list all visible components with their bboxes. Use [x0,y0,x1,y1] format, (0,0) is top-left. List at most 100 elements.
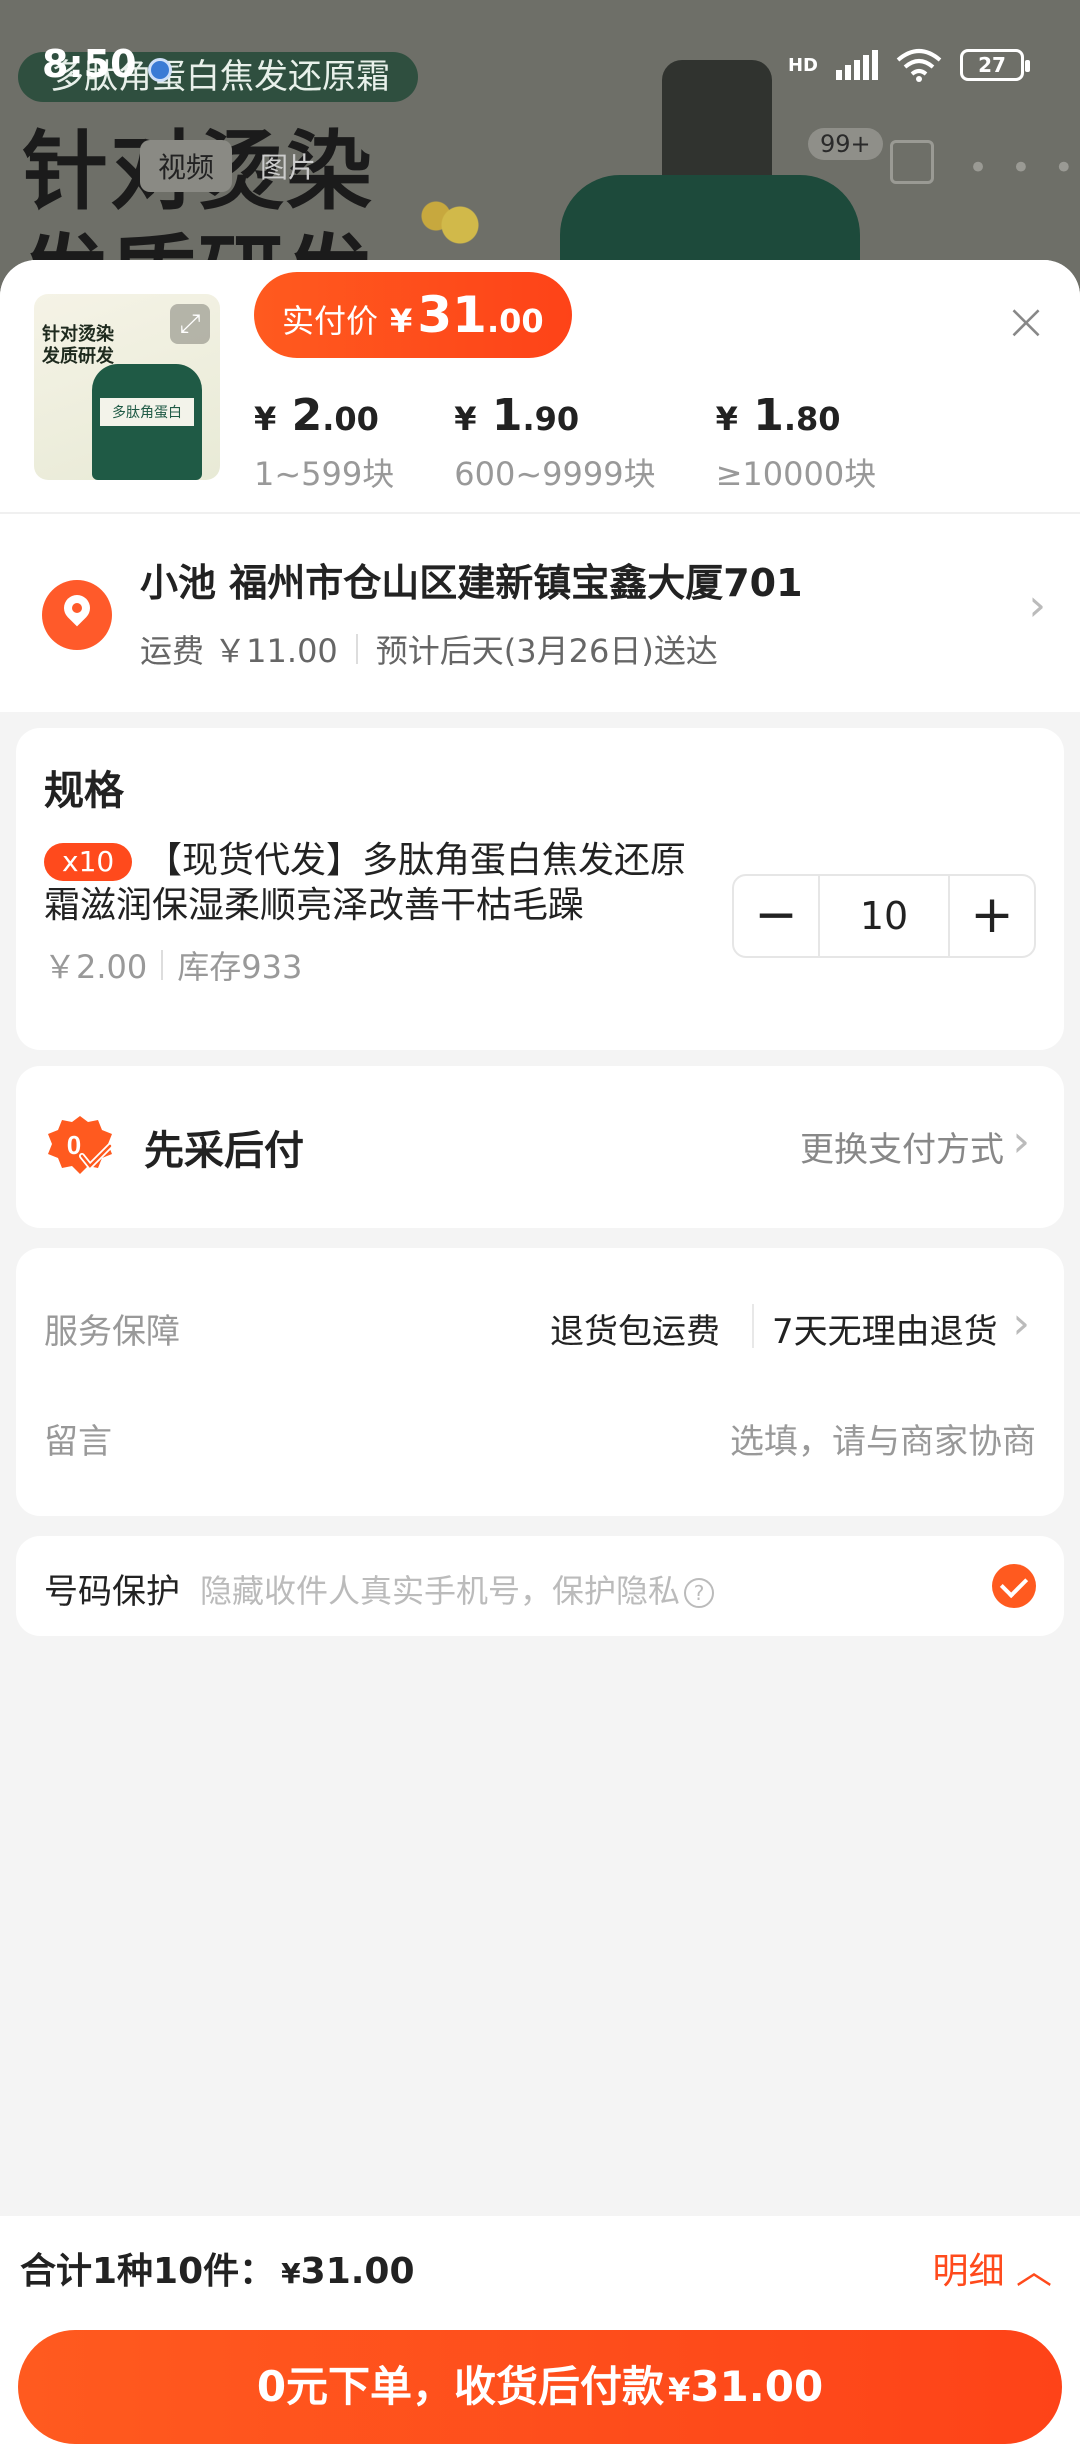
status-time: 8:50 [42,42,137,86]
total-amount: 31.00 [300,2251,415,2292]
tab-image: 图片 [260,151,317,184]
service-label: 服务保障 [44,1312,180,1352]
price-tiers: ¥ 2.00 1~599块 ¥ 1.90 600~9999块 ¥ 1.80 ≥1… [254,390,936,495]
sheet-header: 针对烫染 发质研发 多肽角蛋白 ⤢ 实付价 ¥ 31.00 × ¥ 2.00 1… [0,260,1080,512]
actual-price-integer: 31 [417,286,487,344]
location-pin-icon [42,580,112,650]
chevron-up-icon: ︿ [1015,2251,1052,2292]
chevron-right-icon: › [1012,1116,1030,1167]
address-row[interactable]: 小池 福州市仓山区建新镇宝鑫大厦701 运费 ￥11.00 预计后天(3月26日… [0,512,1080,712]
number-protection-desc: 隐藏收件人真实手机号，保护隐私? [200,1566,715,1612]
tier-price: ¥ 1.90 [454,390,655,441]
more-icon: • • • [968,148,1080,188]
actual-price-label: 实付价 [282,302,379,340]
tier-price-integer: 1 [753,390,784,441]
detail-label: 明细 [932,2251,1005,2292]
tier-price-decimal: .90 [522,400,580,438]
background-flower-image [400,180,520,270]
delivery-eta: 预计后天(3月26日)送达 [375,632,718,670]
wifi-icon [896,49,942,82]
service-free-return-shipping[interactable]: 退货包运费 [550,1304,720,1353]
payment-method-card[interactable]: 0 先采后付 更换支付方式 › [16,1066,1064,1228]
number-protection-card: 号码保护 隐藏收件人真实手机号，保护隐私? [16,1536,1064,1636]
status-bar: 8:50 HD 27 [0,0,1080,130]
spec-product-name: 【现货代发】多肽角蛋白焦发还原霜滋润保湿柔顺亮泽改善干枯毛躁 [44,840,687,926]
product-thumbnail[interactable]: 针对烫染 发质研发 多肽角蛋白 ⤢ [34,294,220,480]
total-currency: ¥ [281,2257,301,2290]
number-protection-label: 号码保护 [44,1572,180,1612]
shipping-info: 运费 ￥11.00 预计后天(3月26日)送达 [140,626,718,672]
place-order-amount: 31.00 [690,2362,824,2411]
service-7day-return[interactable]: 7天无理由退货 [772,1304,1002,1353]
place-order-currency: ¥ [668,2371,691,2409]
tier-range: ≥10000块 [715,455,877,493]
spec-card: 规格 【现货代发】多肽角蛋白焦发还原霜滋润保湿柔顺亮泽改善干枯毛躁 x10 ￥2… [16,728,1064,1050]
help-icon[interactable]: ? [684,1578,715,1608]
total-label: 合计1种10件： [20,2251,276,2292]
actual-price-currency: ¥ [390,302,413,340]
tab-video: 视频 [140,140,233,192]
unit-price: ￥2.00 [44,948,148,986]
thumbnail-title-line-2: 发质研发 [42,346,114,367]
divider [161,950,164,980]
cart-count-badge: 99+ [808,128,883,160]
chevron-right-icon: › [1028,580,1046,631]
thumbnail-label: 多肽角蛋白 [100,398,194,426]
number-protection-checkbox[interactable] [992,1564,1036,1608]
pay-later-icon: 0 [48,1116,113,1174]
expand-icon[interactable]: ⤢ [170,304,210,344]
share-icon [890,140,934,184]
status-indicators: HD 27 [787,48,1030,82]
tier-price: ¥ 1.80 [716,390,877,441]
tier-price-decimal: .80 [783,400,841,438]
order-sheet: 针对烫染 发质研发 多肽角蛋白 ⤢ 实付价 ¥ 31.00 × ¥ 2.00 1… [0,260,1080,2460]
network-type: HD [787,54,818,76]
tier-currency: ¥ [454,400,477,438]
message-label: 留言 [44,1422,112,1462]
place-order-button[interactable]: 0元下单，收货后付款 ¥31.00 [18,2330,1062,2444]
payment-method-label: 先采后付 [144,1128,304,1174]
spec-meta: ￥2.00 库存933 [44,942,302,988]
tier-price: ¥ 2.00 [254,390,394,441]
price-tier: ¥ 1.80 ≥10000块 [716,390,877,495]
stock-count: 库存933 [177,948,303,986]
service-card: 服务保障 退货包运费 7天无理由退货 › 留言 选填，请与商家协商 [16,1248,1064,1516]
quantity-input[interactable]: 10 [818,876,950,956]
tier-currency: ¥ [254,400,277,438]
tier-price-integer: 1 [491,390,523,441]
battery-icon: 27 [960,49,1030,81]
actual-price-decimal: .00 [486,302,544,340]
spec-title: 规格 [44,768,124,814]
price-tier: ¥ 2.00 1~599块 [254,390,394,495]
tier-currency: ¥ [715,400,738,438]
decrease-button[interactable]: − [734,876,818,956]
tier-price-integer: 2 [291,390,323,441]
thumbnail-title: 针对烫染 发质研发 [42,324,114,368]
order-total: 合计1种10件： ¥31.00 [20,2242,415,2294]
change-payment-link[interactable]: 更换支付方式 [800,1122,1004,1171]
quantity-stepper: − 10 + [732,874,1036,958]
divider [355,634,358,664]
close-icon[interactable]: × [1002,296,1050,348]
price-tier: ¥ 1.90 600~9999块 [454,390,655,495]
number-protection-text: 隐藏收件人真实手机号，保护隐私 [200,1572,681,1610]
signal-icon [836,50,878,80]
chevron-right-icon: › [1012,1298,1030,1349]
address-line: 小池 福州市仓山区建新镇宝鑫大厦701 [140,561,803,605]
divider [752,1304,754,1348]
actual-price-pill: 实付价 ¥ 31.00 [254,272,572,358]
increase-button[interactable]: + [950,876,1034,956]
background-media-tabs: 视频 图片 [140,140,334,192]
tier-range: 600~9999块 [454,455,656,493]
message-input[interactable]: 选填，请与商家协商 [730,1414,1036,1463]
notification-icon [148,58,172,82]
tier-range: 1~599块 [254,455,395,493]
quantity-badge: x10 [44,843,133,881]
tier-price-decimal: .00 [322,400,379,438]
place-order-label: 0元下单，收货后付款 [256,2362,665,2411]
detail-toggle[interactable]: 明细 ︿ [933,2242,1052,2294]
actual-price-value: ¥ 31.00 [390,272,544,370]
bottom-action-bar: 合计1种10件： ¥31.00 明细 ︿ 0元下单，收货后付款 ¥31.00 [0,2216,1080,2460]
thumbnail-title-line-1: 针对烫染 [42,324,114,345]
shipping-fee: 运费 ￥11.00 [140,632,338,670]
